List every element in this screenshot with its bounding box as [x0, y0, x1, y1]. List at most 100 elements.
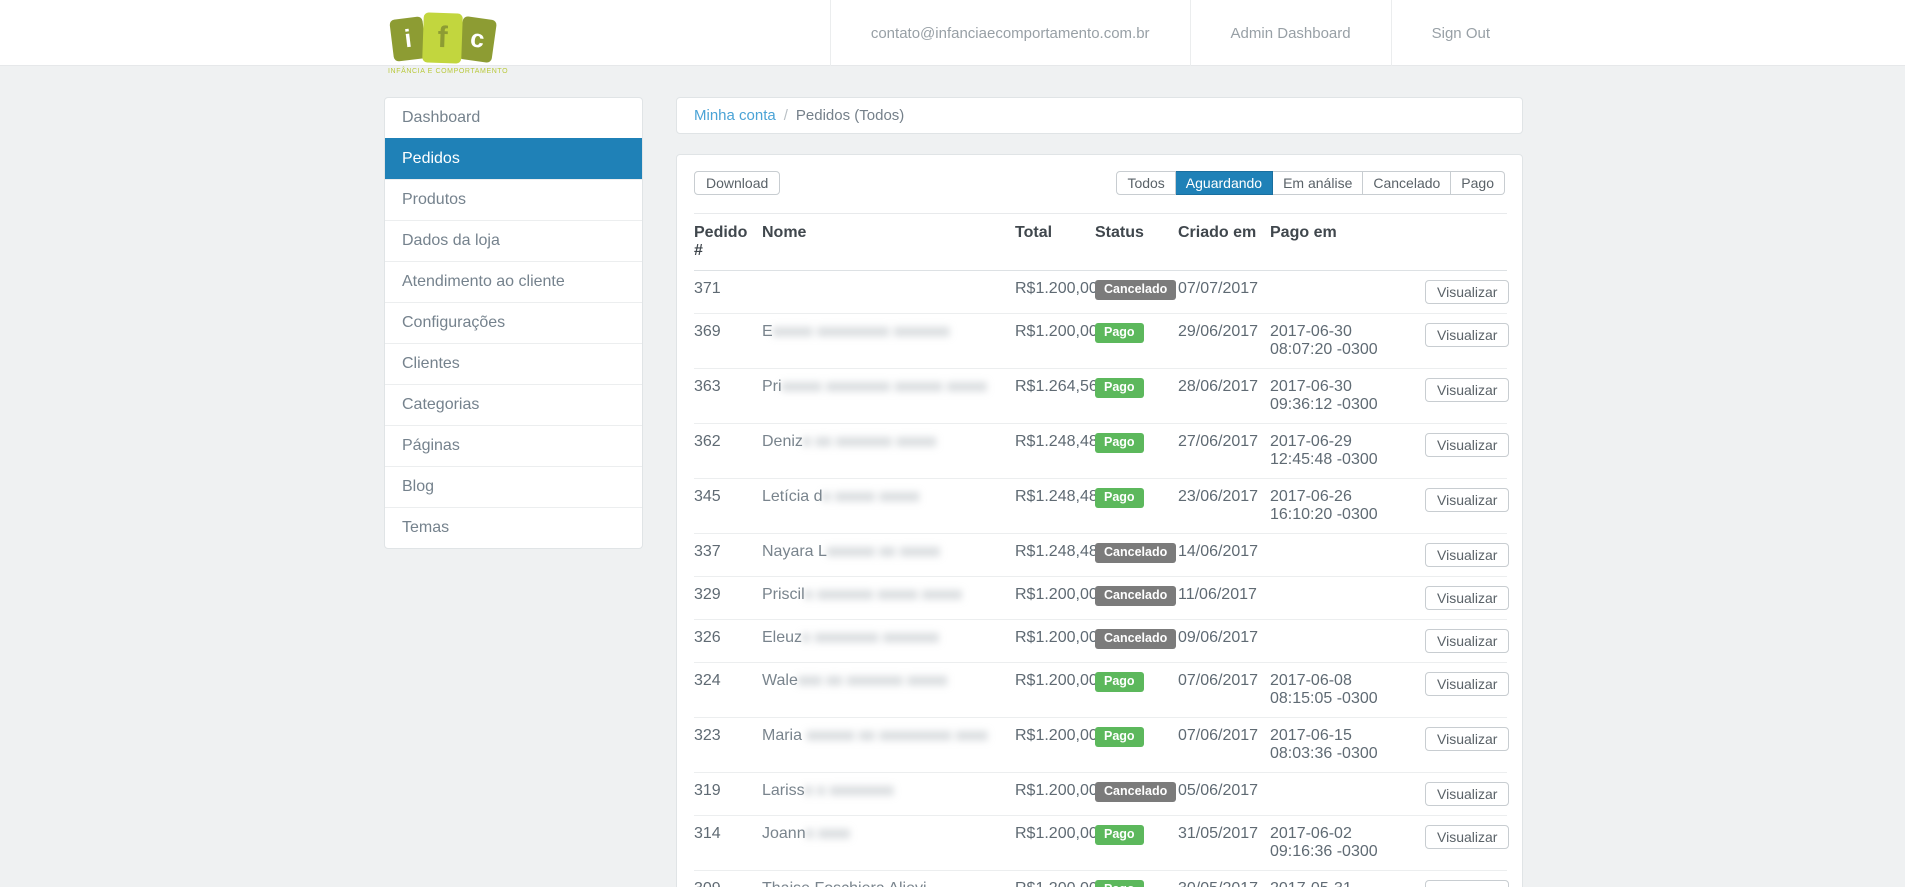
- order-row: 362 Denizx xx xxxxxxx xxxxx R$1.248,48 P…: [694, 423, 1510, 479]
- filter-button-pago[interactable]: Pago: [1451, 171, 1505, 195]
- view-order-button[interactable]: Visualizar: [1425, 280, 1510, 304]
- customer-name-visible: Deniz: [762, 433, 803, 450]
- sidebar-item-categorias[interactable]: Categorias: [385, 384, 642, 425]
- sidebar-item-dashboard[interactable]: Dashboard: [385, 98, 642, 138]
- store-logo[interactable]: i f c INFÂNCIA E COMPORTAMENTO: [388, 9, 509, 75]
- customer-name-visible: Nayara L: [762, 543, 827, 560]
- order-created-date: 28/06/2017: [1178, 368, 1270, 424]
- order-id: 309: [694, 871, 762, 887]
- download-button[interactable]: Download: [694, 171, 781, 195]
- customer-name-blurred: x xxxxxxxx xxxxxxx: [802, 629, 939, 646]
- customer-name-visible: Wale: [762, 672, 798, 689]
- view-order-button[interactable]: Visualizar: [1425, 543, 1510, 567]
- sidebar-item-páginas[interactable]: Páginas: [385, 425, 642, 466]
- col-header-pago-em: Pago em: [1270, 213, 1425, 271]
- order-paid-date: 2017-06-30 09:36:12 -0300: [1270, 368, 1425, 424]
- view-order-button[interactable]: Visualizar: [1425, 782, 1510, 806]
- order-id: 345: [694, 478, 762, 534]
- customer-name-visible: Priscil: [762, 586, 805, 603]
- view-order-button[interactable]: Visualizar: [1425, 433, 1510, 457]
- view-order-button[interactable]: Visualizar: [1425, 378, 1510, 402]
- sidebar-item-clientes[interactable]: Clientes: [385, 343, 642, 384]
- view-order-button[interactable]: Visualizar: [1425, 629, 1510, 653]
- order-created-date: 07/07/2017: [1178, 270, 1270, 314]
- view-order-button[interactable]: Visualizar: [1425, 727, 1510, 751]
- order-customer-name: Thaise Foschiera Alievi: [762, 871, 1015, 887]
- col-header-total: Total: [1015, 213, 1095, 271]
- order-row: 363 Prixxxxx xxxxxxxx xxxxxx xxxxx R$1.2…: [694, 368, 1510, 424]
- sign-out-link[interactable]: Sign Out: [1390, 0, 1530, 66]
- sidebar-item-dados-da-loja[interactable]: Dados da loja: [385, 220, 642, 261]
- order-id: 329: [694, 576, 762, 620]
- order-id: 324: [694, 662, 762, 718]
- order-id: 314: [694, 815, 762, 871]
- order-created-date: 07/06/2017: [1178, 662, 1270, 718]
- breadcrumb-current: Pedidos (Todos): [795, 107, 905, 124]
- view-order-button[interactable]: Visualizar: [1425, 586, 1510, 610]
- status-badge: Pago: [1095, 323, 1144, 343]
- customer-name-blurred: x xxxxx xxxxx: [822, 488, 920, 505]
- order-created-date: 30/05/2017: [1178, 871, 1270, 887]
- order-customer-name: Nayara Lxxxxxx xx xxxxx: [762, 533, 1015, 577]
- view-order-button[interactable]: Visualizar: [1425, 488, 1510, 512]
- order-customer-name: Eleuzx xxxxxxxx xxxxxxx: [762, 619, 1015, 663]
- order-row: 369 Exxxxx xxxxxxxxx xxxxxxx R$1.200,00 …: [694, 313, 1510, 369]
- status-badge: Pago: [1095, 433, 1144, 453]
- order-status-cell: Pago: [1095, 815, 1178, 871]
- order-actions-cell: Visualizar: [1425, 313, 1510, 369]
- sidebar-item-atendimento-ao-cliente[interactable]: Atendimento ao cliente: [385, 261, 642, 302]
- top-nav: contato@infanciaecomportamento.com.br Ad…: [829, 0, 1530, 66]
- order-paid-date: 2017-06-30 08:07:20 -0300: [1270, 313, 1425, 369]
- view-order-button[interactable]: Visualizar: [1425, 323, 1510, 347]
- order-total: R$1.200,00: [1015, 871, 1098, 887]
- sidebar-item-produtos[interactable]: Produtos: [385, 179, 642, 220]
- sidebar-item-temas[interactable]: Temas: [385, 507, 642, 548]
- filter-button-todos[interactable]: Todos: [1116, 171, 1176, 195]
- order-customer-name: Exxxxx xxxxxxxxx xxxxxxx: [762, 313, 1015, 369]
- status-filter-group: Todos Aguardando Em análise Cancelado Pa…: [1116, 171, 1505, 195]
- order-row: 337 Nayara Lxxxxxx xx xxxxx R$1.248,48 C…: [694, 533, 1510, 577]
- col-header-pedido: Pedido #: [694, 213, 762, 271]
- col-header-status: Status: [1095, 213, 1178, 271]
- status-badge: Pago: [1095, 880, 1144, 887]
- customer-name-visible: Thaise Foschiera Alievi: [762, 880, 927, 887]
- order-row: 329 Priscilx xxxxxxx xxxxx xxxxx R$1.200…: [694, 576, 1510, 620]
- admin-dashboard-link[interactable]: Admin Dashboard: [1189, 0, 1391, 66]
- sidebar-item-configurações[interactable]: Configurações: [385, 302, 642, 343]
- view-order-button[interactable]: Visualizar: [1425, 672, 1510, 696]
- view-order-button[interactable]: Visualizar: [1425, 825, 1510, 849]
- order-created-date: 14/06/2017: [1178, 533, 1270, 577]
- filter-button-cancelado[interactable]: Cancelado: [1363, 171, 1452, 195]
- orders-table: Pedido # Nome Total Status Criado em Pag…: [694, 213, 1510, 887]
- customer-name-blurred: xxxxxx xx xxxxxxxxx xxxx: [806, 727, 988, 744]
- filter-button-em-análise[interactable]: Em análise: [1273, 171, 1364, 195]
- logo-blocks-icon: i f c: [388, 9, 498, 64]
- breadcrumb-separator: /: [783, 107, 788, 124]
- order-created-date: 27/06/2017: [1178, 423, 1270, 479]
- order-paid-date: [1270, 619, 1425, 663]
- order-row: 324 Walexxx xx xxxxxxx xxxxx R$1.200,00 …: [694, 662, 1510, 718]
- logo-caption: INFÂNCIA E COMPORTAMENTO: [388, 68, 509, 75]
- order-paid-date: [1270, 270, 1425, 314]
- order-row: 371 R$1.200,00 Cancelado 07/07/2017 Visu…: [694, 270, 1510, 314]
- order-total: R$1.200,00: [1015, 815, 1098, 871]
- order-actions-cell: Visualizar: [1425, 871, 1510, 887]
- order-paid-date: [1270, 772, 1425, 816]
- order-status-cell: Pago: [1095, 662, 1178, 718]
- view-order-button[interactable]: Visualizar: [1425, 880, 1510, 887]
- customer-name-visible: Pri: [762, 378, 782, 395]
- order-row: 309 Thaise Foschiera Alievi R$1.200,00 P…: [694, 871, 1510, 887]
- sidebar-item-blog[interactable]: Blog: [385, 466, 642, 507]
- order-customer-name: Denizx xx xxxxxxx xxxxx: [762, 423, 1015, 479]
- order-actions-cell: Visualizar: [1425, 423, 1510, 479]
- customer-name-blurred: x xxxxxxx xxxxx xxxxx: [804, 586, 963, 603]
- order-total: R$1.200,00: [1015, 270, 1098, 314]
- sidebar-item-pedidos[interactable]: Pedidos: [385, 138, 642, 179]
- order-id: 323: [694, 717, 762, 773]
- order-actions-cell: Visualizar: [1425, 576, 1510, 620]
- order-customer-name: Prixxxxx xxxxxxxx xxxxxx xxxxx: [762, 368, 1015, 424]
- order-status-cell: Cancelado: [1095, 619, 1178, 663]
- customer-name-blurred: x xx xxxxxxx xxxxx: [802, 433, 937, 450]
- filter-button-aguardando[interactable]: Aguardando: [1175, 171, 1274, 195]
- breadcrumb-link-minha-conta[interactable]: Minha conta: [694, 107, 776, 124]
